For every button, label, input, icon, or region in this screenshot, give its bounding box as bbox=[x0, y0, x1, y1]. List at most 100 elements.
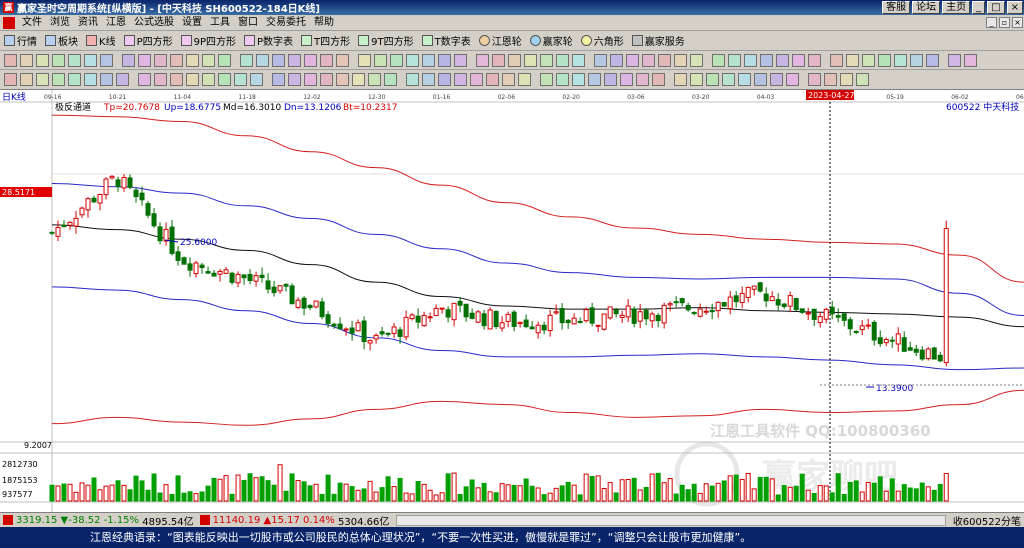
tool-icon[interactable] bbox=[84, 54, 97, 67]
tool-icon[interactable] bbox=[792, 54, 805, 67]
mdi-minimize-icon[interactable]: _ bbox=[986, 17, 997, 28]
toolbar-9p-square[interactable]: 9P四方形 bbox=[177, 32, 240, 50]
tool-icon[interactable] bbox=[728, 54, 741, 67]
tool-icon[interactable] bbox=[776, 54, 789, 67]
tool-icon[interactable] bbox=[948, 54, 961, 67]
tool-icon[interactable] bbox=[336, 54, 349, 67]
tool-icon[interactable] bbox=[540, 54, 553, 67]
tool-icon[interactable] bbox=[454, 73, 467, 86]
maximize-icon[interactable]: □ bbox=[987, 1, 1005, 14]
tool-icon[interactable] bbox=[626, 54, 639, 67]
tool-icon[interactable] bbox=[4, 54, 17, 67]
forum-button[interactable]: 论坛 bbox=[912, 1, 941, 14]
tool-icon[interactable] bbox=[272, 54, 285, 67]
tool-icon[interactable] bbox=[738, 73, 751, 86]
menu-browse[interactable]: 浏览 bbox=[46, 16, 74, 30]
tool-icon[interactable] bbox=[492, 54, 505, 67]
tool-icon[interactable] bbox=[610, 54, 623, 67]
menu-tools[interactable]: 工具 bbox=[206, 16, 234, 30]
toolbar-winner-wheel[interactable]: 赢家轮 bbox=[526, 32, 577, 50]
tool-icon[interactable] bbox=[304, 54, 317, 67]
tool-icon[interactable] bbox=[502, 73, 515, 86]
tool-icon[interactable] bbox=[572, 54, 585, 67]
mdi-restore-icon[interactable]: ▫ bbox=[999, 17, 1010, 28]
tool-icon[interactable] bbox=[218, 54, 231, 67]
tool-icon[interactable] bbox=[422, 54, 435, 67]
tool-icon[interactable] bbox=[406, 54, 419, 67]
tool-icon[interactable] bbox=[754, 73, 767, 86]
sh-index-segment[interactable]: 3319.15 ▼-38.52 -1.15% 4895.54亿 bbox=[0, 513, 197, 528]
tool-icon[interactable] bbox=[926, 54, 939, 67]
tool-icon[interactable] bbox=[690, 73, 703, 86]
toolbar-t-table[interactable]: T数字表 bbox=[418, 32, 475, 50]
menu-news[interactable]: 资讯 bbox=[74, 16, 102, 30]
tool-icon[interactable] bbox=[374, 54, 387, 67]
tool-icon[interactable] bbox=[52, 54, 65, 67]
tool-icon[interactable] bbox=[154, 54, 167, 67]
tool-icon[interactable] bbox=[840, 73, 853, 86]
tool-icon[interactable] bbox=[422, 73, 435, 86]
tool-icon[interactable] bbox=[288, 73, 301, 86]
tool-icon[interactable] bbox=[690, 54, 703, 67]
tool-icon[interactable] bbox=[122, 54, 135, 67]
tool-icon[interactable] bbox=[202, 54, 215, 67]
tool-icon[interactable] bbox=[272, 73, 285, 86]
tool-icon[interactable] bbox=[36, 54, 49, 67]
menu-settings[interactable]: 设置 bbox=[178, 16, 206, 30]
tool-icon[interactable] bbox=[594, 54, 607, 67]
tool-icon[interactable] bbox=[218, 73, 231, 86]
tool-icon[interactable] bbox=[202, 73, 215, 86]
tool-icon[interactable] bbox=[652, 73, 665, 86]
tool-icon[interactable] bbox=[390, 54, 403, 67]
menu-formula[interactable]: 公式选股 bbox=[130, 16, 178, 30]
tool-icon[interactable] bbox=[84, 73, 97, 86]
tool-icon[interactable] bbox=[476, 54, 489, 67]
mdi-close-icon[interactable]: × bbox=[1012, 17, 1023, 28]
tool-icon[interactable] bbox=[846, 54, 859, 67]
tool-icon[interactable] bbox=[486, 73, 499, 86]
tool-icon[interactable] bbox=[154, 73, 167, 86]
tool-icon[interactable] bbox=[556, 73, 569, 86]
tool-icon[interactable] bbox=[706, 73, 719, 86]
tool-icon[interactable] bbox=[712, 54, 725, 67]
tool-icon[interactable] bbox=[352, 73, 365, 86]
tool-icon[interactable] bbox=[674, 54, 687, 67]
tool-icon[interactable] bbox=[358, 54, 371, 67]
tool-icon[interactable] bbox=[116, 73, 129, 86]
tool-icon[interactable] bbox=[910, 54, 923, 67]
tool-icon[interactable] bbox=[4, 73, 17, 86]
tool-icon[interactable] bbox=[170, 54, 183, 67]
menu-help[interactable]: 帮助 bbox=[310, 16, 338, 30]
toolbar-service[interactable]: 赢家服务 bbox=[628, 32, 689, 50]
tool-icon[interactable] bbox=[894, 54, 907, 67]
tool-icon[interactable] bbox=[508, 54, 521, 67]
tool-icon[interactable] bbox=[808, 73, 821, 86]
toolbar-hexagon[interactable]: 六角形 bbox=[577, 32, 628, 50]
tool-icon[interactable] bbox=[518, 73, 531, 86]
tool-icon[interactable] bbox=[808, 54, 821, 67]
tool-icon[interactable] bbox=[138, 54, 151, 67]
tool-icon[interactable] bbox=[100, 73, 113, 86]
tool-icon[interactable] bbox=[68, 54, 81, 67]
toolbar-p-square[interactable]: P四方形 bbox=[120, 32, 177, 50]
tool-icon[interactable] bbox=[824, 73, 837, 86]
tool-icon[interactable] bbox=[20, 73, 33, 86]
tool-icon[interactable] bbox=[406, 73, 419, 86]
tool-icon[interactable] bbox=[722, 73, 735, 86]
customer-service-button[interactable]: 客服 bbox=[882, 1, 911, 14]
tool-icon[interactable] bbox=[604, 73, 617, 86]
tool-icon[interactable] bbox=[256, 54, 269, 67]
sz-index-segment[interactable]: 11140.19 ▲15.17 0.14% 5304.66亿 bbox=[197, 513, 393, 528]
tool-icon[interactable] bbox=[658, 54, 671, 67]
tool-icon[interactable] bbox=[588, 73, 601, 86]
tool-icon[interactable] bbox=[36, 73, 49, 86]
tool-icon[interactable] bbox=[100, 54, 113, 67]
minimize-icon[interactable]: _ bbox=[972, 1, 986, 14]
tool-icon[interactable] bbox=[336, 73, 349, 86]
tool-icon[interactable] bbox=[304, 73, 317, 86]
tool-icon[interactable] bbox=[830, 54, 843, 67]
tool-icon[interactable] bbox=[786, 73, 799, 86]
tool-icon[interactable] bbox=[320, 54, 333, 67]
tool-icon[interactable] bbox=[642, 54, 655, 67]
menu-file[interactable]: 文件 bbox=[18, 16, 46, 30]
